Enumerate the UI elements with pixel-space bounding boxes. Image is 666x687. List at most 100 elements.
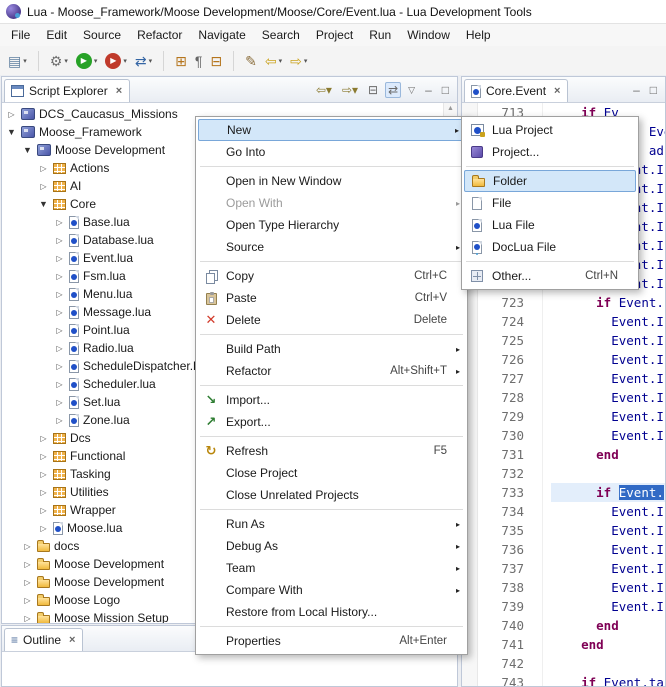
line-number-726[interactable]: 726 — [478, 350, 524, 369]
line-number-731[interactable]: 731 — [478, 445, 524, 464]
forward-icon[interactable]: ⇨▾ — [339, 82, 361, 98]
code-line-741[interactable]: end — [551, 635, 665, 654]
minimize-icon[interactable]: – — [422, 82, 435, 98]
collapsed-arrow-icon[interactable]: ▷ — [54, 218, 65, 227]
code-line-740[interactable]: end — [551, 616, 665, 635]
line-number-724[interactable]: 724 — [478, 312, 524, 331]
scroll-up-icon[interactable]: ▲ — [444, 105, 457, 112]
code-line-734[interactable]: Event.I — [551, 502, 665, 521]
menubar-item-file[interactable]: File — [3, 25, 38, 45]
collapsed-arrow-icon[interactable]: ▷ — [54, 362, 65, 371]
code-line-727[interactable]: Event.I — [551, 369, 665, 388]
collapse-all-icon[interactable]: ⊟ — [365, 82, 381, 98]
line-number-741[interactable]: 741 — [478, 635, 524, 654]
line-number-733[interactable]: 733 — [478, 483, 524, 502]
context-menu-item-refresh[interactable]: ↻RefreshF5 — [198, 440, 465, 462]
menubar-item-navigate[interactable]: Navigate — [190, 25, 253, 45]
code-line-738[interactable]: Event.I — [551, 578, 665, 597]
context-menu-item-build-path[interactable]: Build Path▸ — [198, 338, 465, 360]
context-menu-item-open-with[interactable]: Open With▸ — [198, 192, 465, 214]
line-number-743[interactable]: 743 — [478, 673, 524, 686]
line-number-729[interactable]: 729 — [478, 407, 524, 426]
maximize-icon[interactable]: □ — [647, 82, 660, 98]
link-with-editor-icon[interactable]: ⇄ — [385, 82, 401, 98]
context-menu-item-debug-as[interactable]: Debug As▸ — [198, 535, 465, 557]
collapsed-arrow-icon[interactable]: ▷ — [54, 308, 65, 317]
context-menu-item-import[interactable]: ↘Import... — [198, 389, 465, 411]
menubar-item-edit[interactable]: Edit — [38, 25, 75, 45]
collapsed-arrow-icon[interactable]: ▷ — [54, 380, 65, 389]
new-submenu-item-other[interactable]: Other...Ctrl+N — [464, 265, 636, 287]
collapsed-arrow-icon[interactable]: ▷ — [22, 596, 33, 605]
tab-outline[interactable]: ≡ Outline × — [4, 628, 83, 651]
line-number-735[interactable]: 735 — [478, 521, 524, 540]
line-number-737[interactable]: 737 — [478, 559, 524, 578]
collapsed-arrow-icon[interactable]: ▷ — [54, 344, 65, 353]
context-menu-item-restore-from-local-history[interactable]: Restore from Local History... — [198, 601, 465, 623]
maximize-icon[interactable]: □ — [439, 82, 452, 98]
code-line-733[interactable]: if Event. — [551, 483, 665, 502]
debug-configurations-button[interactable]: ⚙▾ — [47, 52, 71, 70]
view-menu-icon[interactable]: ▽ — [405, 82, 418, 98]
code-line-739[interactable]: Event.I — [551, 597, 665, 616]
menubar-item-source[interactable]: Source — [75, 25, 129, 45]
show-formatting-button[interactable]: ¶ — [192, 52, 206, 70]
code-line-723[interactable]: if Event. — [551, 293, 665, 312]
context-menu-item-go-into[interactable]: Go Into — [198, 141, 465, 163]
menubar-item-project[interactable]: Project — [308, 25, 361, 45]
new-submenu-item-folder[interactable]: Folder — [464, 170, 636, 192]
context-menu-item-open-type-hierarchy[interactable]: Open Type Hierarchy — [198, 214, 465, 236]
collapsed-arrow-icon[interactable]: ▷ — [54, 416, 65, 425]
expanded-arrow-icon[interactable]: ▼ — [6, 127, 17, 137]
context-menu-item-run-as[interactable]: Run As▸ — [198, 513, 465, 535]
context-menu-item-refactor[interactable]: RefactorAlt+Shift+T▸ — [198, 360, 465, 382]
code-line-730[interactable]: Event.I — [551, 426, 665, 445]
context-menu-item-copy[interactable]: CopyCtrl+C — [198, 265, 465, 287]
tab-core-event[interactable]: Core.Event × — [464, 79, 568, 102]
collapsed-arrow-icon[interactable]: ▷ — [54, 326, 65, 335]
line-number-732[interactable]: 732 — [478, 464, 524, 483]
close-icon[interactable]: × — [116, 85, 122, 97]
collapsed-arrow-icon[interactable]: ▷ — [22, 578, 33, 587]
context-menu-item-new[interactable]: New▸ — [198, 119, 465, 141]
menubar-item-refactor[interactable]: Refactor — [129, 25, 190, 45]
code-line-735[interactable]: Event.I — [551, 521, 665, 540]
tab-script-explorer[interactable]: Script Explorer × — [4, 79, 130, 102]
collapsed-arrow-icon[interactable]: ▷ — [38, 470, 49, 479]
menubar-item-run[interactable]: Run — [361, 25, 399, 45]
context-menu-item-compare-with[interactable]: Compare With▸ — [198, 579, 465, 601]
code-line-743[interactable]: if Event.ta — [551, 673, 665, 686]
line-number-742[interactable]: 742 — [478, 654, 524, 673]
code-line-724[interactable]: Event.I — [551, 312, 665, 331]
context-menu-item-close-unrelated-projects[interactable]: Close Unrelated Projects — [198, 484, 465, 506]
collapsed-arrow-icon[interactable]: ▷ — [38, 164, 49, 173]
code-line-726[interactable]: Event.I — [551, 350, 665, 369]
line-number-739[interactable]: 739 — [478, 597, 524, 616]
new-lua-table-button[interactable]: ⊞ — [172, 52, 190, 70]
collapsed-arrow-icon[interactable]: ▷ — [54, 254, 65, 263]
line-number-730[interactable]: 730 — [478, 426, 524, 445]
new-wizard-button[interactable]: ▤▾ — [5, 52, 30, 70]
forward-button[interactable]: ⇨▾ — [287, 52, 310, 70]
new-submenu-item-doclua-file[interactable]: DocLua File — [464, 236, 636, 258]
collapsed-arrow-icon[interactable]: ▷ — [38, 434, 49, 443]
line-number-738[interactable]: 738 — [478, 578, 524, 597]
table-display-button[interactable]: ⊟ — [207, 52, 225, 70]
code-line-725[interactable]: Event.I — [551, 331, 665, 350]
collapsed-arrow-icon[interactable]: ▷ — [38, 524, 49, 533]
code-line-728[interactable]: Event.I — [551, 388, 665, 407]
context-menu-item-open-in-new-window[interactable]: Open in New Window — [198, 170, 465, 192]
context-menu-item-export[interactable]: ↗Export... — [198, 411, 465, 433]
new-submenu-item-lua-project[interactable]: Lua Project — [464, 119, 636, 141]
code-line-729[interactable]: Event.I — [551, 407, 665, 426]
context-menu-item-source[interactable]: Source▸ — [198, 236, 465, 258]
code-line-742[interactable] — [551, 654, 665, 673]
line-number-727[interactable]: 727 — [478, 369, 524, 388]
menubar-item-window[interactable]: Window — [399, 25, 458, 45]
back-button[interactable]: ⇦▾ — [262, 52, 285, 70]
collapsed-arrow-icon[interactable]: ▷ — [38, 506, 49, 515]
collapsed-arrow-icon[interactable]: ▷ — [6, 110, 17, 119]
collapsed-arrow-icon[interactable]: ▷ — [38, 182, 49, 191]
back-icon[interactable]: ⇦▾ — [313, 82, 335, 98]
line-number-740[interactable]: 740 — [478, 616, 524, 635]
